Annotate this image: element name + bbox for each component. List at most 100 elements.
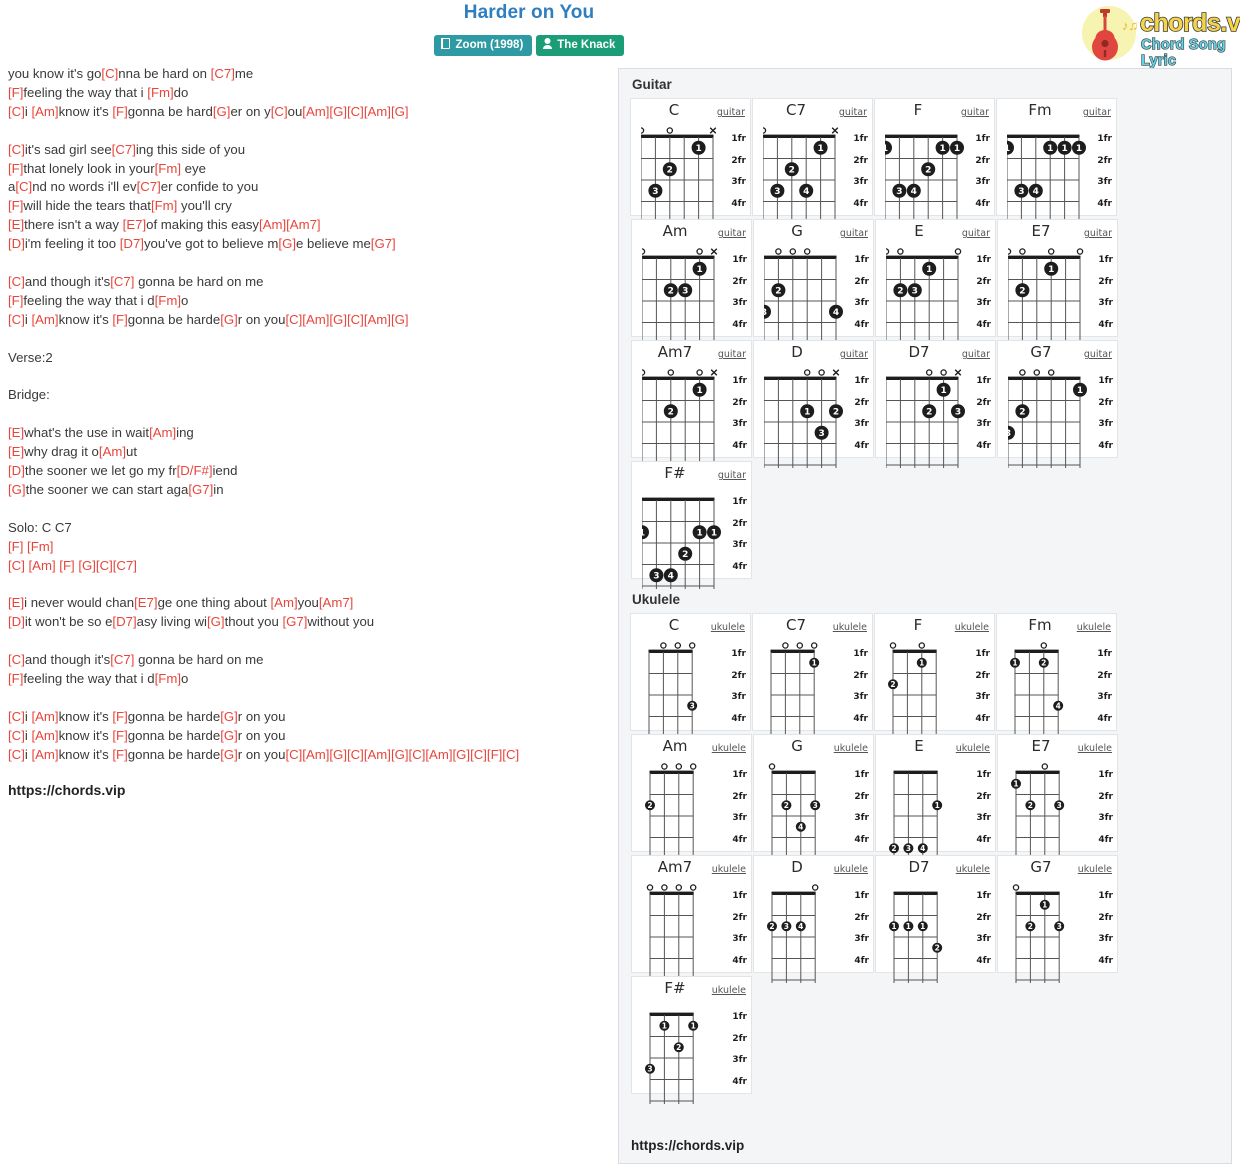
chord-diagram-e7[interactable]: E7 ukulele 1 2 3 1fr 2fr 3fr 4fr — [997, 734, 1118, 862]
chord-diagram-d[interactable]: Dukulele 2 3 4 1fr 2fr 3fr 4fr — [753, 855, 874, 983]
lyric-text: r on you — [237, 746, 286, 762]
instrument-link[interactable]: ukulele — [1078, 743, 1112, 754]
lyric-text: what's the use in wait — [24, 425, 150, 441]
chord-diagram-g7[interactable]: G7 ukulele 1 2 3 1fr 2fr 3fr 4fr — [997, 855, 1118, 983]
svg-text:2: 2 — [925, 165, 931, 175]
instrument-link[interactable]: ukulele — [834, 743, 868, 754]
instrument-link[interactable]: ukulele — [834, 864, 868, 875]
svg-text:2: 2 — [784, 801, 789, 810]
chord-diagram-d[interactable]: Dguitar 1 2 3 1fr 2fr 3fr 4fr — [753, 340, 874, 468]
chord-diagram-fm[interactable]: Fmguitar1111341fr2fr3fr4fr — [996, 98, 1117, 226]
instrument-link[interactable]: guitar — [840, 228, 868, 239]
fret-label: 3fr — [853, 177, 868, 187]
chord-diagram-d7[interactable]: D7 ukulele 1 1 1 2 1fr 2fr 3fr 4fr — [875, 855, 996, 983]
chord-diagram-d7[interactable]: D7 guitar 1 2 3 1fr 2fr 3fr 4fr — [875, 340, 996, 468]
site-logo[interactable]: ♪♫ chords.vip Chord Song Lyric — [1078, 4, 1240, 70]
svg-text:2: 2 — [833, 407, 839, 417]
chord-diagram-am7[interactable]: Am7 ukulele 1fr 2fr 3fr 4fr — [631, 855, 752, 983]
instrument-link[interactable]: guitar — [718, 228, 746, 239]
lyric-text: r on you — [237, 727, 286, 743]
chord-diagram-c[interactable]: Cukulele 3 1fr 2fr 3fr 4fr — [630, 613, 751, 741]
fret-label: 1fr — [731, 134, 746, 144]
chord-diagram-e[interactable]: Eguitar 1 2 3 1fr 2fr 3fr 4fr — [875, 219, 996, 347]
svg-text:4: 4 — [833, 308, 839, 318]
chord-diagram-c7[interactable]: C7 ukulele 1 1fr 2fr 3fr 4fr — [752, 613, 873, 741]
instrument-link[interactable]: guitar — [1084, 228, 1112, 239]
instrument-link[interactable]: guitar — [961, 107, 989, 118]
chord-token: [C][Am][G][C][Am][G] — [285, 311, 409, 327]
lyric-text: gonna be harde — [127, 727, 221, 743]
instrument-link[interactable]: guitar — [839, 107, 867, 118]
instrument-link[interactable]: ukulele — [1078, 864, 1112, 875]
chord-token: [E7] — [134, 595, 158, 611]
instrument-link[interactable]: guitar — [1083, 107, 1111, 118]
lyric-text: gonna be harde — [127, 708, 221, 724]
chord-diagram-g7[interactable]: G7 guitar 1 2 3 1fr 2fr 3fr 4fr — [997, 340, 1118, 468]
fretboard-diagram: 1 1 2 3 — [642, 1003, 709, 1105]
fret-label: 4fr — [1098, 319, 1113, 330]
chord-diagram-f[interactable]: Fguitar1112341fr2fr3fr4fr — [874, 98, 995, 226]
instrument-link[interactable]: guitar — [840, 349, 868, 360]
chord-diagram-fm[interactable]: Fm ukulele 1 2 4 1fr 2fr 3fr 4fr — [996, 613, 1117, 741]
svg-text:4: 4 — [1056, 701, 1061, 710]
instrument-link[interactable]: ukulele — [955, 622, 989, 633]
lyric-text: feeling the way that i — [23, 84, 148, 100]
chord-diagram-e7[interactable]: E7 guitar 1 2 1fr 2fr 3fr 4fr — [997, 219, 1118, 347]
lyric-text: i'm feeling it too — [24, 236, 120, 252]
fret-label: 2fr — [1098, 791, 1113, 802]
fret-label: 3fr — [976, 813, 991, 823]
chord-diagram-c7[interactable]: C7 guitar 1 2 3 4 1fr 2fr 3fr 4fr — [752, 98, 873, 226]
chord-diagram-e[interactable]: Eukulele 1 2 3 4 1fr 2fr 3fr 4fr — [875, 734, 996, 862]
instrument-link[interactable]: ukulele — [711, 622, 745, 633]
album-badge[interactable]: Zoom (1998) — [433, 35, 533, 56]
chord-token: [F] — [8, 84, 24, 100]
instrument-link[interactable]: ukulele — [956, 864, 990, 875]
instrument-link[interactable]: ukulele — [833, 622, 867, 633]
chord-token: [E] — [8, 444, 25, 460]
lyric-text: gonna be harde — [127, 746, 221, 762]
fret-label: 3fr — [976, 934, 991, 944]
chord-diagram-am7[interactable]: Am7 guitar 1 2 1fr 2fr 3fr 4fr — [631, 340, 752, 468]
fret-label: 2fr — [1098, 912, 1113, 923]
instrument-link[interactable]: ukulele — [956, 743, 990, 754]
instrument-link[interactable]: ukulele — [712, 864, 746, 875]
chord-diagram-fsharp[interactable]: F#guitar1112341fr2fr3fr4fr — [631, 461, 752, 589]
instrument-link[interactable]: guitar — [718, 349, 746, 360]
svg-text:1: 1 — [804, 407, 810, 417]
svg-text:1: 1 — [1007, 144, 1010, 154]
artist-badge[interactable]: The Knack — [536, 35, 625, 56]
fret-labels: 1fr 2fr 3fr 4fr — [844, 129, 868, 215]
instrument-link[interactable]: guitar — [962, 349, 990, 360]
lyrics-footer-link[interactable]: https://chords.vip — [8, 781, 608, 800]
chord-name: Am — [662, 222, 688, 240]
chord-diagram-fsharp[interactable]: F# ukulele 1 1 2 3 1fr 2fr 3fr 4fr — [631, 976, 752, 1104]
instrument-link[interactable]: ukulele — [712, 985, 746, 996]
svg-text:2: 2 — [1019, 286, 1025, 296]
instrument-link[interactable]: guitar — [717, 107, 745, 118]
fret-label: 2fr — [854, 912, 869, 923]
svg-text:3: 3 — [896, 187, 902, 197]
chord-token: [Fm] — [150, 198, 178, 214]
chord-diagram-g[interactable]: Gukulele 2 3 4 1fr 2fr 3fr 4fr — [753, 734, 874, 862]
chord-diagram-am[interactable]: Am ukulele 2 1fr 2fr 3fr 4fr — [631, 734, 752, 862]
lyric-text: o — [181, 292, 189, 308]
logo-brand: chords.vip — [1139, 8, 1240, 38]
chord-token: [C] — [270, 103, 288, 119]
chord-token: [F] — [112, 103, 128, 119]
fret-label: 4fr — [854, 834, 869, 845]
instrument-link[interactable]: guitar — [1084, 349, 1112, 360]
instrument-link[interactable]: ukulele — [712, 743, 746, 754]
chord-diagram-g[interactable]: Gguitar 3 2 4 1fr 2fr 3fr 4fr — [753, 219, 874, 347]
chord-token: [Am] — [31, 727, 59, 743]
lyric-line — [8, 405, 608, 424]
chord-diagram-f[interactable]: Fukulele 1 2 1fr 2fr 3fr 4fr — [874, 613, 995, 741]
chord-token: [F] — [112, 746, 128, 762]
instrument-link[interactable]: guitar — [718, 470, 746, 481]
instrument-link[interactable]: ukulele — [1077, 622, 1111, 633]
chord-diagram-am[interactable]: Am guitar 1 2 3 1fr 2fr 3fr 4fr — [631, 219, 752, 347]
svg-text:1: 1 — [1077, 386, 1083, 396]
panel-footer-link[interactable]: https://chords.vip — [631, 1138, 744, 1153]
chord-diagram-c[interactable]: Cguitar 1 2 3 1fr 2fr 3fr 4fr — [630, 98, 751, 226]
instrument-link[interactable]: guitar — [962, 228, 990, 239]
lyric-text: you've got to believe m — [143, 236, 279, 252]
